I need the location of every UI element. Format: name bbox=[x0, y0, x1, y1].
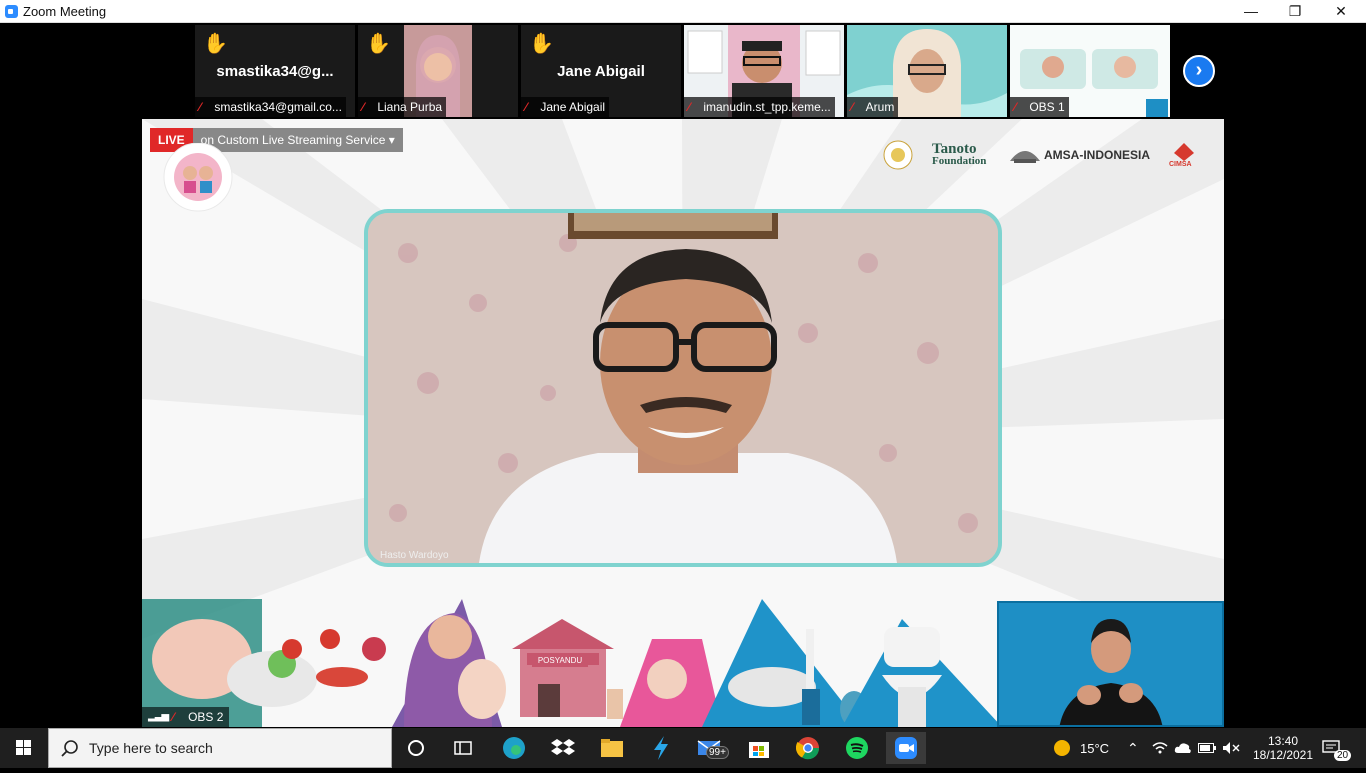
clock-date: 18/12/2021 bbox=[1252, 748, 1314, 762]
zoom-logo-icon bbox=[5, 5, 18, 18]
chevron-down-icon: ▾ bbox=[388, 133, 395, 147]
temperature: 15°C bbox=[1080, 740, 1110, 756]
participant-tile[interactable]: ✋ ⁄ Liana Purba bbox=[358, 25, 518, 117]
dropbox-icon[interactable] bbox=[543, 732, 583, 764]
window-title: Zoom Meeting bbox=[23, 4, 107, 19]
participant-name-label: ⁄ Arum bbox=[847, 97, 899, 117]
participant-name-label: ⁄ Jane Abigail bbox=[521, 97, 610, 117]
raised-hand-icon: ✋ bbox=[203, 33, 228, 55]
edge-browser-icon[interactable] bbox=[494, 732, 534, 764]
muted-mic-icon: ⁄ bbox=[199, 100, 202, 114]
clock[interactable]: 13:40 18/12/2021 bbox=[1252, 728, 1314, 768]
next-page-arrow-icon[interactable]: › bbox=[1183, 55, 1215, 87]
file-explorer-icon[interactable] bbox=[592, 732, 632, 764]
sun-icon bbox=[1054, 740, 1070, 756]
tanoto-logo-line2: Foundation bbox=[932, 155, 987, 167]
weather-widget[interactable]: 15°C bbox=[1052, 728, 1109, 768]
taskbar-search-box[interactable]: Type here to search bbox=[48, 728, 392, 768]
close-button[interactable]: ✕ bbox=[1318, 0, 1364, 23]
mail-icon[interactable]: 99+ bbox=[690, 732, 730, 764]
participant-display-name: smastika34@g... bbox=[216, 63, 334, 80]
app-lightning-icon[interactable] bbox=[641, 732, 681, 764]
amsa-emblem-icon bbox=[1010, 151, 1040, 163]
spotify-icon[interactable] bbox=[837, 732, 877, 764]
signal-bars-icon: ▂▃▅ bbox=[148, 711, 169, 722]
cimsa-logo-text: CIMSA bbox=[1169, 161, 1192, 168]
chevron-up-icon[interactable]: ⌃ bbox=[1127, 728, 1139, 768]
title-bar: Zoom Meeting — ❐ ✕ bbox=[0, 0, 1366, 23]
cortana-icon[interactable] bbox=[396, 732, 436, 764]
speaker-video-frame bbox=[368, 213, 998, 563]
clock-time: 13:40 bbox=[1267, 734, 1299, 748]
windows-taskbar: Type here to search 99+ 15°C ⌃ 13:40 18/… bbox=[0, 728, 1366, 768]
microsoft-store-icon[interactable] bbox=[739, 732, 779, 764]
search-icon bbox=[61, 740, 78, 757]
start-button[interactable] bbox=[0, 728, 48, 768]
windows-logo-icon bbox=[16, 740, 31, 755]
interpreter-video-frame bbox=[999, 603, 1222, 725]
minimize-button[interactable]: — bbox=[1228, 0, 1274, 23]
cimsa-logo-icon bbox=[1174, 143, 1194, 161]
muted-mic-icon: ⁄ bbox=[525, 100, 528, 114]
mail-badge: 99+ bbox=[706, 746, 729, 759]
speaker-video: Hasto Wardoyo bbox=[364, 209, 1002, 567]
university-seal-logo bbox=[883, 140, 913, 170]
participant-tile[interactable]: ⁄ Arum bbox=[847, 25, 1007, 117]
sign-language-interpreter-video bbox=[997, 601, 1224, 727]
wifi-icon[interactable] bbox=[1152, 728, 1168, 768]
participant-name-label: ⁄ imanudin.st_tpp.keme... bbox=[684, 97, 835, 117]
task-view-icon[interactable] bbox=[443, 732, 483, 764]
participant-tile[interactable]: ✋ Jane Abigail ⁄ Jane Abigail bbox=[521, 25, 681, 117]
search-placeholder: Type here to search bbox=[89, 740, 213, 756]
muted-mic-icon: ⁄ bbox=[851, 100, 854, 114]
amsa-logo-text: AMSA-INDONESIA bbox=[1044, 148, 1151, 162]
participant-display-name: Jane Abigail bbox=[557, 63, 645, 80]
participant-tile[interactable]: ⁄ OBS 1 bbox=[1010, 25, 1170, 117]
participant-tile[interactable]: ✋ smastika34@g... ⁄ smastika34@gmail.co.… bbox=[195, 25, 355, 117]
muted-mic-icon: ⁄ bbox=[362, 100, 365, 114]
participant-name-label: ⁄ OBS 1 bbox=[1010, 97, 1069, 117]
muted-mic-icon: ⁄ bbox=[1014, 100, 1017, 114]
participant-name-label: ⁄ smastika34@gmail.co... bbox=[195, 97, 346, 117]
participant-strip: ✋ smastika34@g... ⁄ smastika34@gmail.co.… bbox=[0, 23, 1366, 119]
posyandu-sign: POSYANDU bbox=[532, 655, 588, 667]
volume-muted-icon[interactable] bbox=[1222, 728, 1240, 768]
muted-mic-icon: ⁄ bbox=[688, 100, 691, 114]
participant-name-label: ⁄ Liana Purba bbox=[358, 97, 447, 117]
chrome-icon[interactable] bbox=[788, 732, 828, 764]
notification-count: 20 bbox=[1334, 749, 1352, 761]
obs2-name-label: ▂▃▅ ⁄ OBS 2 bbox=[142, 707, 230, 727]
battery-icon[interactable] bbox=[1198, 728, 1216, 768]
muted-mic-icon: ⁄ bbox=[172, 710, 175, 724]
participant-tile[interactable]: ⁄ imanudin.st_tpp.keme... bbox=[684, 25, 844, 117]
zoom-taskbar-icon[interactable] bbox=[886, 732, 926, 764]
speaker-name-label: Hasto Wardoyo bbox=[380, 550, 449, 561]
shared-screen: LIVE on Custom Live Streaming Service ▾ … bbox=[142, 119, 1224, 727]
raised-hand-icon: ✋ bbox=[529, 33, 554, 55]
notifications-button[interactable]: 20 bbox=[1322, 728, 1352, 768]
restore-button[interactable]: ❐ bbox=[1272, 0, 1318, 23]
program-logo bbox=[163, 143, 233, 212]
cloud-icon[interactable] bbox=[1174, 728, 1192, 768]
raised-hand-icon: ✋ bbox=[366, 33, 391, 55]
